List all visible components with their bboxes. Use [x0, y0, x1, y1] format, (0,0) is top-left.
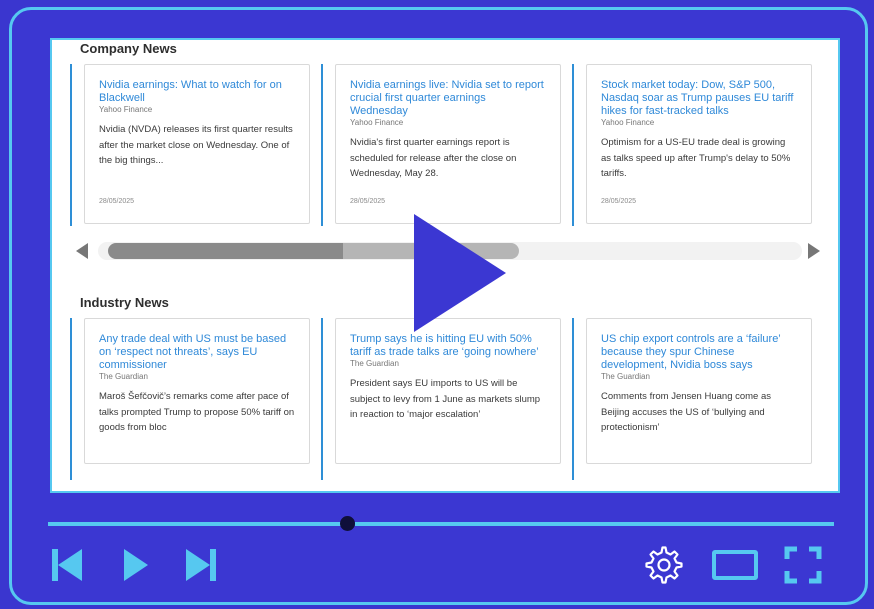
news-card[interactable]: Nvidia earnings: What to watch for on Bl…	[84, 64, 310, 224]
gear-icon[interactable]	[644, 545, 684, 585]
card-body: Nvidia's first quarter earnings report i…	[350, 137, 517, 179]
theater-mode-icon[interactable]	[712, 550, 758, 580]
skip-forward-icon[interactable]	[186, 549, 216, 581]
card-source: Yahoo Finance	[99, 105, 153, 114]
card-column: US chip export controls are a ‘failure’ …	[572, 318, 812, 480]
fullscreen-icon[interactable]	[784, 546, 822, 584]
progress-knob[interactable]	[340, 516, 355, 531]
card-source: The Guardian	[601, 372, 650, 381]
card-column: Trump says he is hitting EU with 50% tar…	[321, 318, 561, 480]
card-title[interactable]: Trump says he is hitting EU with 50% tar…	[350, 333, 546, 359]
card-date: 28/05/2025	[99, 198, 135, 205]
news-card[interactable]: US chip export controls are a ‘failure’ …	[586, 318, 812, 464]
card-title[interactable]: Nvidia earnings live: Nvidia set to repo…	[350, 79, 546, 118]
news-card[interactable]: Nvidia earnings live: Nvidia set to repo…	[335, 64, 561, 224]
card-date: 28/05/2025	[350, 198, 386, 205]
big-play-icon[interactable]	[414, 214, 506, 332]
card-source: The Guardian	[350, 359, 399, 368]
card-date: 28/05/2025	[601, 198, 637, 205]
company-news-title: Company News	[80, 41, 177, 56]
card-column: Nvidia earnings live: Nvidia set to repo…	[321, 64, 561, 226]
company-news-row: Nvidia earnings: What to watch for on Bl…	[70, 64, 830, 226]
industry-news-title: Industry News	[80, 295, 169, 310]
news-card[interactable]: Trump says he is hitting EU with 50% tar…	[335, 318, 561, 464]
card-body: President says EU imports to US will be …	[350, 378, 541, 420]
card-title[interactable]: Nvidia earnings: What to watch for on Bl…	[99, 79, 295, 105]
card-body: Comments from Jensen Huang come as Beiji…	[601, 391, 772, 433]
card-column: Nvidia earnings: What to watch for on Bl…	[70, 64, 310, 226]
card-title[interactable]: Stock market today: Dow, S&P 500, Nasdaq…	[601, 79, 797, 118]
scrollbar-thumb[interactable]	[108, 243, 343, 259]
scroll-left-icon[interactable]	[76, 243, 88, 259]
scroll-right-icon[interactable]	[808, 243, 820, 259]
card-body: Maroš Šefčovič’s remarks come after pace…	[99, 391, 295, 433]
progress-bar[interactable]	[48, 516, 834, 531]
industry-news-row: Any trade deal with US must be based on …	[70, 318, 830, 480]
progress-remaining[interactable]	[355, 522, 834, 526]
card-title[interactable]: US chip export controls are a ‘failure’ …	[601, 333, 797, 372]
card-body: Nvidia (NVDA) releases its first quarter…	[99, 124, 293, 166]
card-column: Any trade deal with US must be based on …	[70, 318, 310, 480]
skip-back-icon[interactable]	[52, 549, 82, 581]
news-card[interactable]: Stock market today: Dow, S&P 500, Nasdaq…	[586, 64, 812, 224]
card-source: The Guardian	[99, 372, 148, 381]
card-source: Yahoo Finance	[601, 118, 655, 127]
play-icon[interactable]	[124, 549, 148, 581]
card-source: Yahoo Finance	[350, 118, 404, 127]
progress-played[interactable]	[48, 522, 347, 526]
news-card[interactable]: Any trade deal with US must be based on …	[84, 318, 310, 464]
card-title[interactable]: Any trade deal with US must be based on …	[99, 333, 295, 372]
card-body: Optimism for a US-EU trade deal is growi…	[601, 137, 791, 179]
card-column: Stock market today: Dow, S&P 500, Nasdaq…	[572, 64, 812, 226]
